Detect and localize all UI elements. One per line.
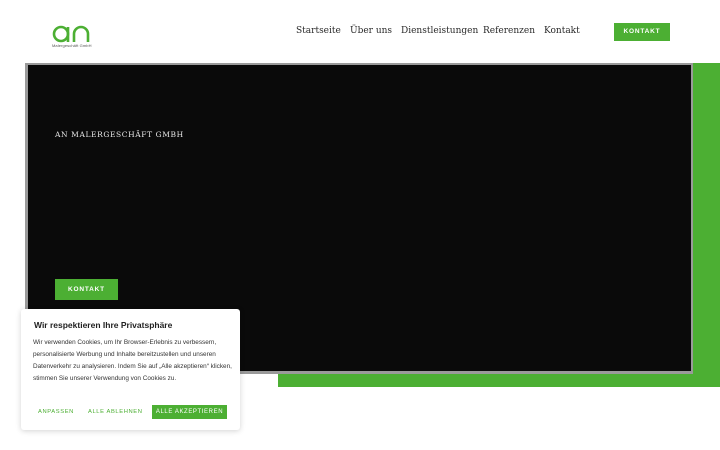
header-contact-button[interactable]: KONTAKT: [614, 23, 670, 41]
nav-item-ueber-uns[interactable]: Über uns: [350, 26, 392, 36]
nav-item-startseite[interactable]: Startseite: [296, 26, 341, 36]
cookie-consent-banner: Wir respektieren Ihre Privatsphäre Wir v…: [21, 309, 240, 430]
hero-contact-button[interactable]: KONTAKT: [55, 279, 118, 300]
cookie-customize-button[interactable]: ANPASSEN: [38, 409, 74, 415]
cookie-reject-all-button[interactable]: ALLE ABLEHNEN: [88, 409, 143, 415]
cookie-text: Wir verwenden Cookies, um Ihr Browser-Er…: [33, 339, 232, 382]
company-logo[interactable]: Malergeschäft GmbH: [52, 22, 92, 50]
nav-item-referenzen[interactable]: Referenzen: [483, 26, 535, 36]
page: Malergeschäft GmbH Startseite Über uns D…: [0, 0, 720, 450]
logo-mark-icon: [52, 25, 90, 43]
nav-item-kontakt[interactable]: Kontakt: [544, 26, 580, 36]
cookie-accept-all-button[interactable]: ALLE AKZEPTIEREN: [152, 405, 227, 419]
hero-title: AN MALERGESCHÄFT GMBH: [55, 130, 184, 139]
logo-subtitle: Malergeschäft GmbH: [52, 43, 92, 48]
nav-item-dienstleistungen[interactable]: Dienstleistungen: [401, 26, 478, 36]
cookie-title: Wir respektieren Ihre Privatsphäre: [34, 320, 173, 330]
